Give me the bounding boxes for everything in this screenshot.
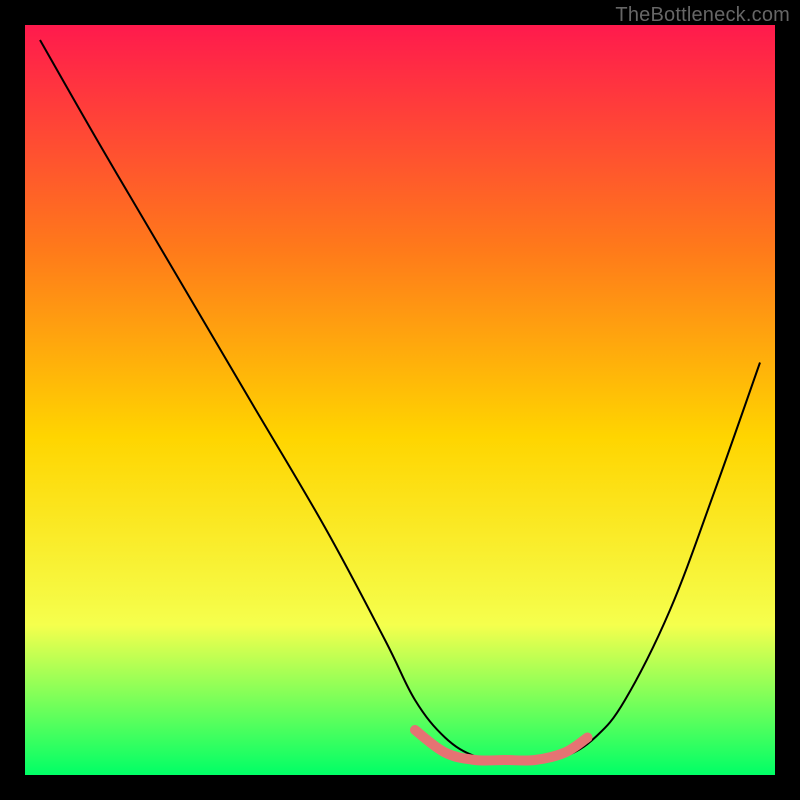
plot-svg bbox=[25, 25, 775, 775]
plot-frame bbox=[25, 25, 775, 775]
chart-viewport: TheBottleneck.com bbox=[0, 0, 800, 800]
gradient-background bbox=[25, 25, 775, 775]
watermark-text: TheBottleneck.com bbox=[615, 4, 790, 27]
